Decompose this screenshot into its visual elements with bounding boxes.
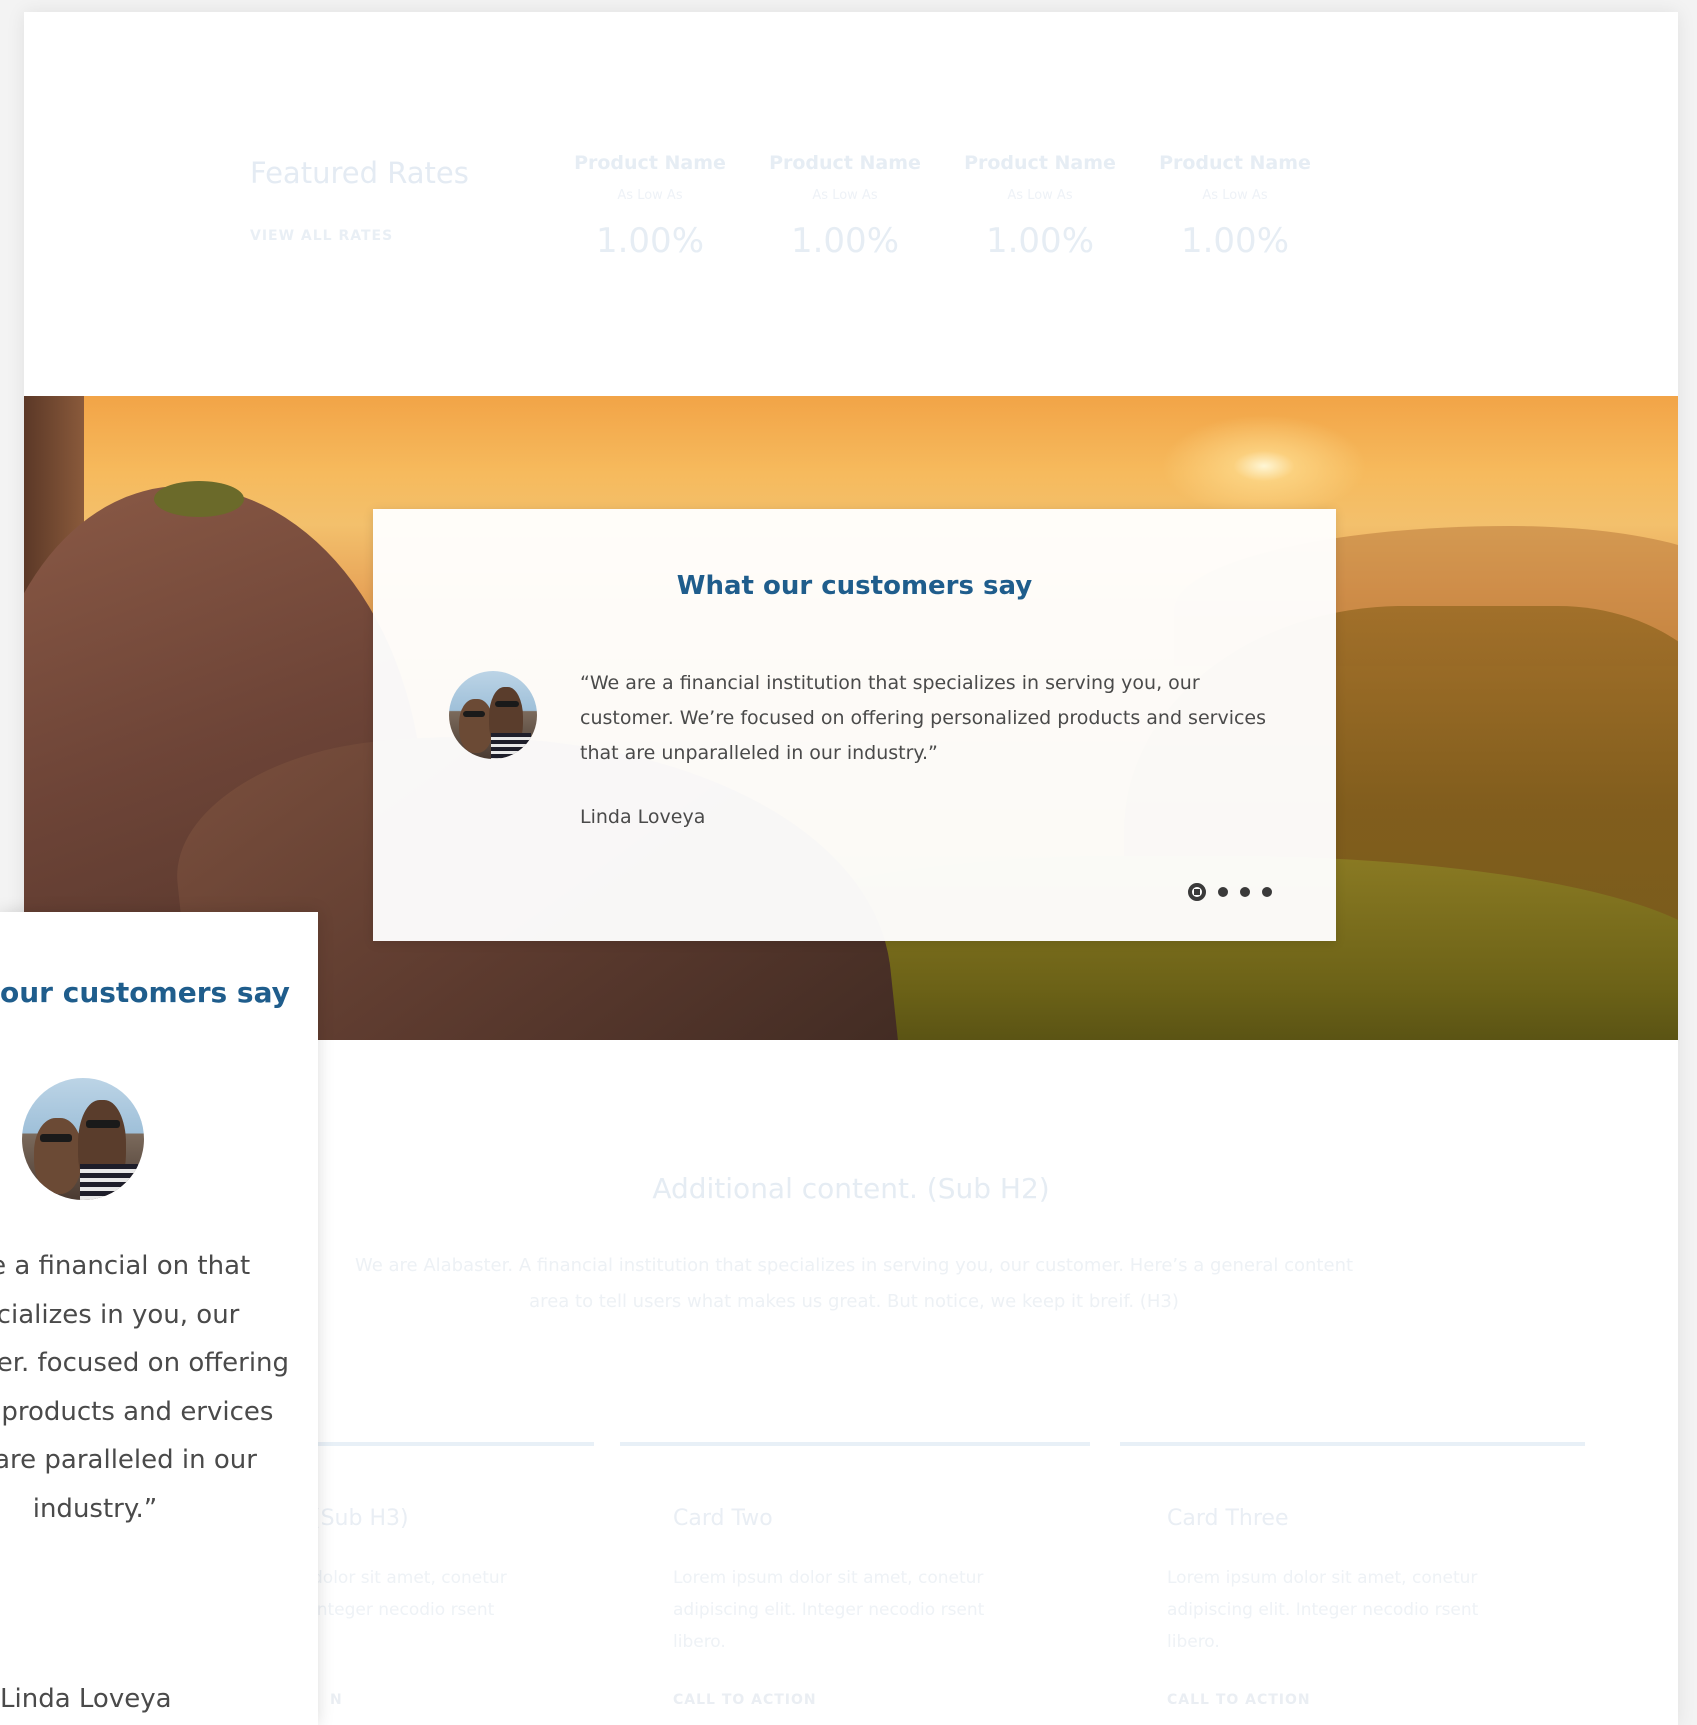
testimonial-card: What our customers say “We are a financi… — [373, 509, 1336, 941]
card-cta-link[interactable]: CALL TO ACTION — [673, 1692, 817, 1708]
rate-sub-label: As Low As — [812, 188, 878, 203]
carousel-dot-2[interactable] — [1218, 887, 1228, 897]
rate-product-name: Product Name — [964, 152, 1116, 174]
card-body: dolor sit amet, conetur integer necodio … — [312, 1568, 507, 1620]
rate-sub-label: As Low As — [617, 188, 683, 203]
card-cta-link[interactable]: CALL TO ACTION — [1167, 1692, 1311, 1708]
carousel-dot-4[interactable] — [1262, 887, 1272, 897]
card-divider — [620, 1442, 1090, 1446]
card-title: Card Three — [1167, 1506, 1289, 1531]
rate-item[interactable]: Product Name As Low As 1.00% — [940, 152, 1140, 261]
rate-sub-label: As Low As — [1007, 188, 1073, 203]
card-divider — [1120, 1442, 1585, 1446]
bush — [154, 481, 244, 517]
view-all-rates-link[interactable]: VIEW ALL RATES — [250, 228, 393, 244]
additional-content-body: We are Alabaster. A financial institutio… — [354, 1255, 1354, 1312]
testimonial-title: What our customers say — [676, 571, 1033, 601]
rate-value: 1.00% — [595, 221, 704, 261]
mobile-testimonial-quote: e are a financial on that specializes in… — [0, 1251, 290, 1524]
rate-value: 1.00% — [1180, 221, 1289, 261]
rate-product-name: Product Name — [769, 152, 921, 174]
card-title: Card Two — [673, 1506, 773, 1531]
mobile-customer-avatar — [22, 1078, 144, 1200]
card-body: Lorem ipsum dolor sit amet, conetur adip… — [1167, 1568, 1479, 1652]
carousel-pagination — [1188, 883, 1272, 901]
mobile-testimonial-author: Linda Loveya — [0, 1684, 172, 1714]
rate-item[interactable]: Product Name As Low As 1.00% — [1135, 152, 1335, 261]
rate-product-name: Product Name — [574, 152, 726, 174]
mobile-testimonial-preview: our customers say e are a financial on t… — [0, 912, 318, 1725]
featured-rates-section: Featured Rates VIEW ALL RATES Product Na… — [24, 12, 1678, 396]
customer-avatar — [449, 671, 537, 759]
card-title: (Sub H3) — [312, 1506, 409, 1531]
testimonial-author: Linda Loveya — [580, 806, 706, 828]
rate-item[interactable]: Product Name As Low As 1.00% — [745, 152, 945, 261]
testimonial-quote: “We are a financial institution that spe… — [580, 672, 1267, 764]
carousel-dot-1[interactable] — [1188, 883, 1206, 901]
rate-value: 1.00% — [790, 221, 899, 261]
sun-glow — [1144, 406, 1384, 526]
card-cta-link[interactable]: N — [330, 1692, 343, 1708]
rate-item[interactable]: Product Name As Low As 1.00% — [550, 152, 750, 261]
rate-sub-label: As Low As — [1202, 188, 1268, 203]
rate-product-name: Product Name — [1159, 152, 1311, 174]
mobile-testimonial-title: our customers say — [0, 976, 290, 1009]
carousel-dot-3[interactable] — [1240, 887, 1250, 897]
card-body: Lorem ipsum dolor sit amet, conetur adip… — [673, 1568, 985, 1652]
rate-value: 1.00% — [985, 221, 1094, 261]
featured-rates-title: Featured Rates — [250, 156, 469, 190]
